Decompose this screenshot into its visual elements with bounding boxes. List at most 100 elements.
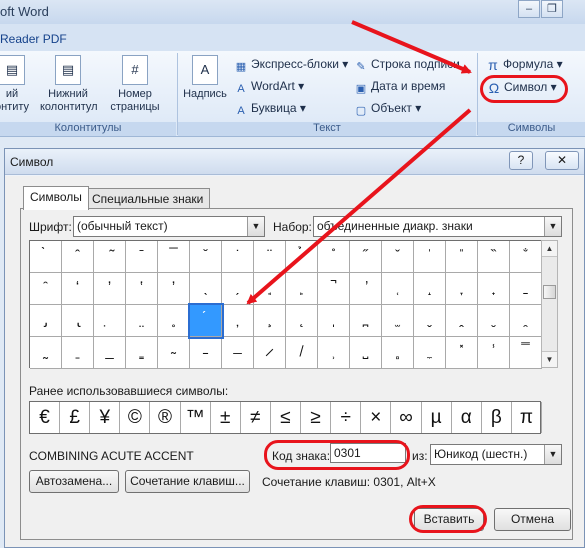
symbol-cell[interactable]: ̩	[318, 305, 350, 337]
header-button[interactable]: ▤ ий онтиту	[0, 55, 32, 114]
symbol-cell[interactable]: ̺	[350, 337, 382, 369]
scroll-up-icon[interactable]: ▲	[542, 241, 557, 257]
symbol-cell[interactable]: ̽	[446, 337, 478, 369]
symbol-cell[interactable]: ̸	[286, 337, 318, 369]
object-button[interactable]: ▢ Объект ▾	[354, 99, 421, 117]
symbol-cell[interactable]: ̒	[62, 273, 94, 305]
symbol-cell[interactable]: ̎	[446, 241, 478, 273]
symbol-cell[interactable]: ̲	[94, 337, 126, 369]
symbol-cell[interactable]: ̙	[286, 273, 318, 305]
recent-symbol-cell[interactable]: µ	[422, 402, 452, 433]
recent-symbol-cell[interactable]: €	[30, 402, 61, 433]
symbol-cell[interactable]: ̗	[222, 273, 254, 305]
symbol-cell[interactable]: ̷	[254, 337, 286, 369]
signature-line-button[interactable]: ✎ Строка подписи	[354, 55, 459, 73]
recent-symbol-cell[interactable]: ≠	[241, 402, 271, 433]
symbol-cell[interactable]: ̔	[126, 273, 158, 305]
wordart-button[interactable]: A WordArt ▾	[234, 77, 304, 95]
symbol-cell[interactable]: ̇	[222, 241, 254, 273]
symbol-cell[interactable]: ̤	[126, 305, 158, 337]
symbol-cell[interactable]: ̖	[190, 273, 222, 305]
dropcap-button[interactable]: A Буквица ▾	[234, 99, 306, 117]
cancel-button[interactable]: Отмена	[494, 508, 571, 531]
shortcut-key-button[interactable]: Сочетание клавиш...	[125, 470, 250, 493]
recent-symbol-cell[interactable]: ≥	[301, 402, 332, 433]
symbol-cell[interactable]: ̘	[254, 273, 286, 305]
symbol-cell[interactable]: ̂	[62, 241, 94, 273]
scroll-down-icon[interactable]: ▼	[542, 351, 557, 367]
equation-button[interactable]: π Формула ▾	[486, 55, 562, 73]
recent-symbol-cell[interactable]: ©	[120, 402, 151, 433]
recent-symbol-cell[interactable]: ×	[361, 402, 392, 433]
symbol-cell[interactable]: ̅	[158, 241, 190, 273]
recent-symbol-cell[interactable]: ∞	[391, 402, 422, 433]
symbol-cell[interactable]: ̌	[382, 241, 414, 273]
symbol-cell[interactable]: ̣	[94, 305, 126, 337]
tab-reader-pdf[interactable]: Reader PDF	[0, 32, 67, 46]
symbol-cell[interactable]: ̏	[478, 241, 510, 273]
symbol-cell[interactable]: ̊	[318, 241, 350, 273]
tab-symbols[interactable]: Символы	[23, 186, 89, 210]
recent-symbol-cell[interactable]: ÷	[331, 402, 362, 433]
symbol-ribbon-button[interactable]: Ω Символ ▾	[486, 77, 558, 95]
recent-symbol-cell[interactable]: £	[60, 402, 91, 433]
symbol-cell[interactable]: ̞	[446, 273, 478, 305]
symbol-cell[interactable]: ̨	[286, 305, 318, 337]
symbol-cell[interactable]: ̜	[382, 273, 414, 305]
quick-parts-button[interactable]: ▦ Экспресс-блоки ▾	[234, 55, 349, 73]
symbol-cell[interactable]: ̼	[414, 337, 446, 369]
chevron-down-icon[interactable]: ▼	[544, 445, 561, 464]
symbol-cell[interactable]: ̱	[62, 337, 94, 369]
symbol-cell[interactable]: ̭	[446, 305, 478, 337]
symbol-cell[interactable]: ̾	[478, 337, 510, 369]
symbol-cell[interactable]: ̆	[190, 241, 222, 273]
symbol-cell[interactable]: ̋	[350, 241, 382, 273]
symbol-cell[interactable]: ̍	[414, 241, 446, 273]
symbol-cell[interactable]: ̳	[126, 337, 158, 369]
symbol-cell[interactable]: ̕	[158, 273, 190, 305]
symbol-cell[interactable]: ̠	[510, 273, 542, 305]
symbol-cell[interactable]: ̢	[62, 305, 94, 337]
symbol-cell[interactable]: ̡	[30, 305, 62, 337]
symbol-cell[interactable]: ̮	[478, 305, 510, 337]
symbol-cell[interactable]: ̪	[350, 305, 382, 337]
tab-special-characters[interactable]: Специальные знаки	[85, 188, 211, 209]
symbol-cell[interactable]: ̦	[222, 305, 254, 337]
symbol-cell[interactable]: ̰	[30, 337, 62, 369]
grid-scrollbar[interactable]: ▲ ▼	[541, 240, 558, 368]
symbol-cell[interactable]: ̝	[414, 273, 446, 305]
symbol-cell[interactable]: ̉	[286, 241, 318, 273]
symbol-cell[interactable]: ̴	[158, 337, 190, 369]
symbol-cell[interactable]: ̵	[190, 337, 222, 369]
symbol-cell[interactable]: ̹	[318, 337, 350, 369]
chevron-down-icon[interactable]: ▼	[247, 217, 264, 236]
symbol-cell[interactable]: ̬	[414, 305, 446, 337]
insert-button[interactable]: Вставить	[414, 508, 484, 531]
help-button[interactable]: ?	[509, 151, 533, 170]
symbol-cell[interactable]: ̶	[222, 337, 254, 369]
symbol-cell[interactable]: ̑	[30, 273, 62, 305]
recent-symbol-cell[interactable]: ™	[181, 402, 211, 433]
recent-symbol-cell[interactable]: α	[452, 402, 482, 433]
symbol-cell[interactable]: ̫	[382, 305, 414, 337]
subset-select[interactable]: объединенные диакр. знаки ▼	[313, 216, 562, 237]
recent-symbol-cell[interactable]: β	[482, 402, 512, 433]
symbol-cell[interactable]: ̿	[510, 337, 542, 369]
footer-button[interactable]: ▤ Нижний колонтитул	[40, 55, 98, 114]
symbol-cell[interactable]: ̐	[510, 241, 542, 273]
symbol-cell[interactable]: ̯	[510, 305, 542, 337]
symbol-cell[interactable]: ̛	[350, 273, 382, 305]
symbol-cell[interactable]: ̥	[158, 305, 190, 337]
recent-symbol-cell[interactable]: ±	[211, 402, 241, 433]
close-button[interactable]: ✕	[545, 151, 579, 170]
character-code-input[interactable]: 0301	[330, 443, 406, 463]
chevron-down-icon[interactable]: ▼	[544, 217, 561, 236]
restore-button[interactable]: ❐	[541, 0, 563, 18]
recent-symbol-cell[interactable]: ®	[150, 402, 181, 433]
symbol-cell[interactable]: ̈	[254, 241, 286, 273]
recent-symbol-cell[interactable]: ¥	[90, 402, 121, 433]
symbol-cell[interactable]: ̧	[254, 305, 286, 337]
symbol-cell[interactable]: ̓	[94, 273, 126, 305]
autocorrect-button[interactable]: Автозамена...	[29, 470, 119, 493]
symbol-cell[interactable]: ́	[188, 303, 224, 339]
